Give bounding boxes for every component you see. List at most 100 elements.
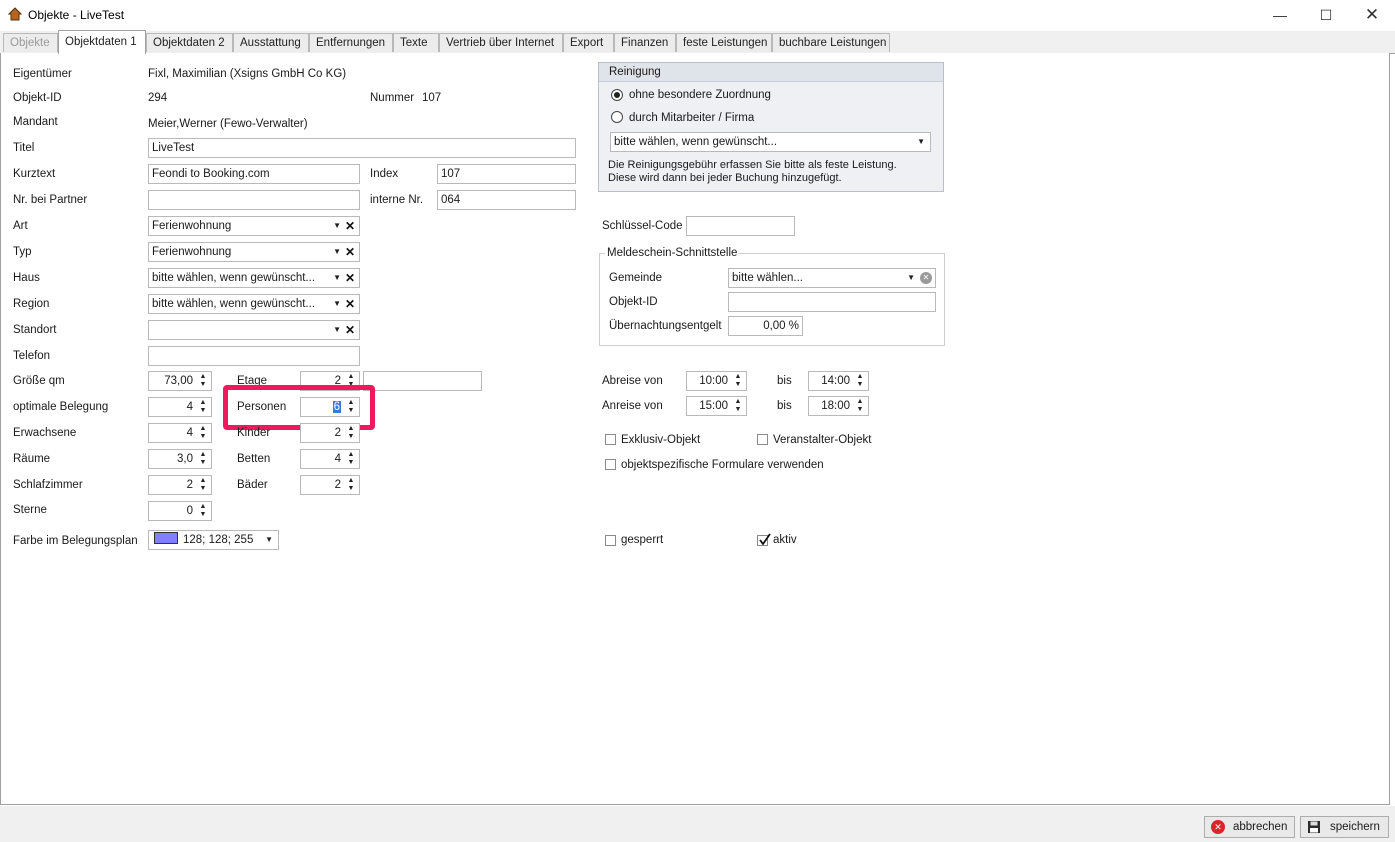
schlafzimmer-spinner[interactable]: 2 ▲ ▼ [148,475,212,495]
cancel-icon: ✕ [1211,820,1225,834]
spin-arrows-icon[interactable]: ▲ ▼ [855,398,865,414]
aktiv-label: aktiv [773,534,797,546]
groesse-spinner[interactable]: 73,00 ▲ ▼ [148,371,212,391]
maximize-icon[interactable]: ☐ [1303,0,1349,30]
standort-select[interactable]: ▼ ✕ [148,320,360,340]
spin-arrows-icon[interactable]: ▲ ▼ [198,503,208,519]
abreise-von-spinner[interactable]: 10:00 ▲ ▼ [686,371,747,391]
app-house-icon [8,7,22,21]
anreise-bis-value: 18:00 [821,400,850,412]
aktiv-checkbox[interactable] [757,533,771,546]
erwachsene-spinner[interactable]: 4 ▲ ▼ [148,423,212,443]
etage-text-input[interactable] [363,371,482,391]
clear-x-icon[interactable]: ✕ [345,321,355,339]
spin-arrows-icon[interactable]: ▲ ▼ [198,399,208,415]
tab-finanzen[interactable]: Finanzen [614,33,676,52]
clear-circle-icon[interactable]: ✕ [920,272,932,284]
chevron-down-icon[interactable]: ▼ [333,295,341,313]
anreise-bis-spinner[interactable]: 18:00 ▲ ▼ [808,396,869,416]
spin-arrows-icon[interactable]: ▲ ▼ [855,373,865,389]
spin-arrows-icon[interactable]: ▲ ▼ [346,477,356,493]
formulare-checkbox[interactable] [605,459,616,470]
abreise-bis-spinner[interactable]: 14:00 ▲ ▼ [808,371,869,391]
partner-input[interactable] [148,190,360,210]
sterne-spinner[interactable]: 0 ▲ ▼ [148,501,212,521]
spin-arrows-icon[interactable]: ▲ ▼ [346,451,356,467]
tab-export[interactable]: Export [563,33,614,52]
spin-arrows-icon[interactable]: ▲ ▼ [733,373,743,389]
clear-x-icon[interactable]: ✕ [345,243,355,261]
tab-objektdaten-1[interactable]: Objektdaten 1 [58,30,146,54]
spin-arrows-icon[interactable]: ▲ ▼ [198,477,208,493]
titel-input[interactable]: LiveTest [148,138,576,158]
betten-value: 4 [334,453,341,465]
art-label: Art [13,220,28,232]
spin-arrows-icon[interactable]: ▲ ▼ [733,398,743,414]
index-input[interactable]: 107 [437,164,576,184]
tab-buchbare-leistungen[interactable]: buchbare Leistungen [772,33,890,52]
tab-objektdaten-2[interactable]: Objektdaten 2 [146,33,233,52]
farbe-select[interactable]: 128; 128; 255 ▼ [148,530,279,550]
baeder-spinner[interactable]: 2 ▲ ▼ [300,475,360,495]
clear-x-icon[interactable]: ✕ [345,217,355,235]
tab-vertrieb[interactable]: Vertrieb über Internet [439,33,563,52]
schluessel-input[interactable] [686,216,795,236]
radio-ohne-label: ohne besondere Zuordnung [629,89,771,101]
raeume-spinner[interactable]: 3,0 ▲ ▼ [148,449,212,469]
exklusiv-checkbox[interactable] [605,434,616,445]
minimize-icon[interactable]: — [1257,0,1303,30]
spin-arrows-icon[interactable]: ▲ ▼ [198,451,208,467]
tab-texte[interactable]: Texte [393,33,439,52]
kurztext-input[interactable]: Feondi to Booking.com [148,164,360,184]
chevron-down-icon[interactable]: ▼ [333,243,341,261]
gemeinde-select[interactable]: bitte wählen... ▼ ✕ [728,268,936,288]
window-title: Objekte - LiveTest [28,8,125,22]
reinigung-select[interactable]: bitte wählen, wenn gewünscht... ▼ [610,132,931,152]
tab-feste-leistungen[interactable]: feste Leistungen [676,33,772,52]
anreise-von-spinner[interactable]: 15:00 ▲ ▼ [686,396,747,416]
checkmark-icon [759,533,771,546]
radio-mitarbeiter[interactable] [611,111,623,123]
radio-ohne-zuordnung[interactable] [611,89,623,101]
chevron-down-icon[interactable]: ▼ [265,531,273,549]
close-icon[interactable]: ✕ [1349,0,1395,30]
chevron-down-icon[interactable]: ▼ [907,269,915,287]
art-select[interactable]: Ferienwohnung ▼ ✕ [148,216,360,236]
betten-label: Betten [237,453,271,465]
entgelt-input[interactable]: 0,00 % [728,316,803,336]
clear-x-icon[interactable]: ✕ [345,295,355,313]
region-select[interactable]: bitte wählen, wenn gewünscht... ▼ ✕ [148,294,360,314]
titel-label: Titel [13,142,35,154]
tab-ausstattung[interactable]: Ausstattung [233,33,309,52]
betten-spinner[interactable]: 4 ▲ ▼ [300,449,360,469]
clear-x-icon[interactable]: ✕ [345,269,355,287]
spin-arrows-icon[interactable]: ▲ ▼ [198,373,208,389]
interne-nr-input[interactable]: 064 [437,190,576,210]
kurztext-label: Kurztext [13,168,56,180]
reinigung-title: Reinigung [609,66,661,78]
haus-select[interactable]: bitte wählen, wenn gewünscht... ▼ ✕ [148,268,360,288]
farbe-label: Farbe im Belegungsplan [13,535,138,547]
baeder-value: 2 [334,479,341,491]
entgelt-label: Übernachtungsentgelt [609,320,722,332]
chevron-down-icon[interactable]: ▼ [917,133,925,151]
belegung-spinner[interactable]: 4 ▲ ▼ [148,397,212,417]
spin-arrows-icon[interactable]: ▲ ▼ [198,425,208,441]
veranstalter-checkbox[interactable] [757,434,768,445]
chevron-down-icon[interactable]: ▼ [333,217,341,235]
chevron-down-icon[interactable]: ▼ [333,321,341,339]
radio-mitarbeiter-label: durch Mitarbeiter / Firma [629,112,755,124]
belegung-label: optimale Belegung [13,401,109,413]
tab-entfernungen[interactable]: Entfernungen [309,33,393,52]
chevron-down-icon[interactable]: ▼ [333,269,341,287]
meldeschein-objektid-input[interactable] [728,292,936,312]
cancel-button[interactable]: ✕ abbrechen [1204,816,1295,838]
save-button[interactable]: speichern [1300,816,1389,838]
tab-objekte[interactable]: Objekte [3,33,58,52]
typ-select[interactable]: Ferienwohnung ▼ ✕ [148,242,360,262]
cancel-label: abbrechen [1233,821,1288,833]
telefon-input[interactable] [148,346,360,366]
spin-arrows-icon[interactable]: ▲ ▼ [346,425,356,441]
kinder-spinner[interactable]: 2 ▲ ▼ [300,423,360,443]
gesperrt-checkbox[interactable] [605,535,616,546]
